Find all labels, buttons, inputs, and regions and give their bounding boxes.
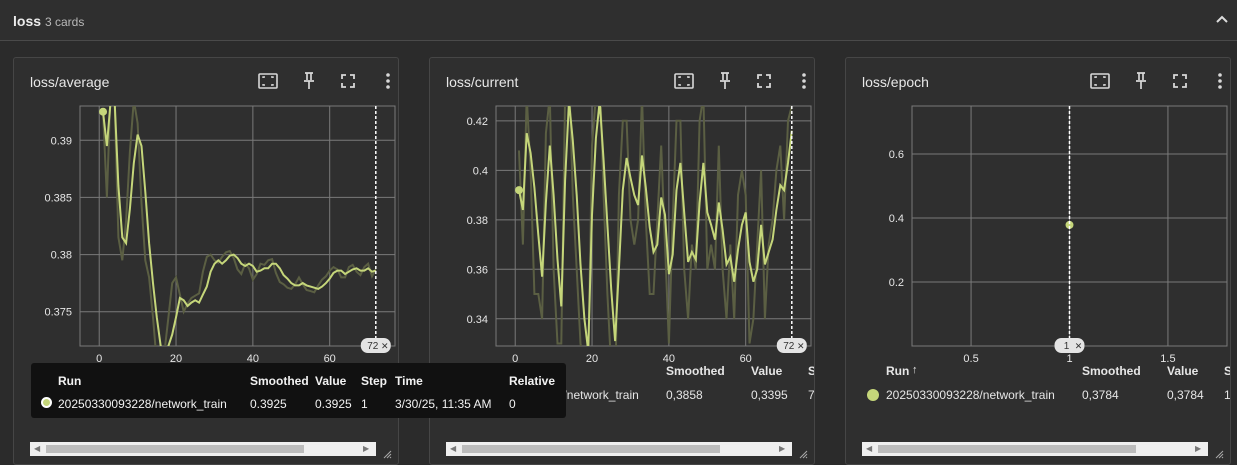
step-badge-label: 72: [783, 341, 795, 352]
fit-domain-icon[interactable]: [672, 69, 696, 93]
card-title: loss/epoch: [862, 74, 929, 90]
hover-point: [99, 107, 108, 116]
run-color-dot: [41, 397, 52, 408]
tooltip-run: 20250330093228/network_train: [58, 397, 227, 411]
scroll-left-icon[interactable]: ◀: [866, 444, 872, 453]
x-tick-label: 0.5: [963, 353, 978, 365]
tooltip-smoothed: 0.3925: [250, 397, 287, 411]
table-header-smoothed[interactable]: Smoothed: [666, 364, 725, 378]
y-tick-label: 0.375: [44, 307, 72, 319]
y-tick-label: 0.385: [44, 192, 72, 204]
horizontal-scrollbar[interactable]: ◀ ▶: [30, 442, 376, 456]
scroll-left-icon[interactable]: ◀: [34, 444, 40, 453]
tooltip-header-smoothed: Smoothed: [250, 374, 309, 388]
scroll-right-icon[interactable]: ▶: [363, 444, 369, 453]
close-icon: ✕: [797, 341, 805, 351]
tooltip-time: 3/30/25, 11:35 AM: [395, 397, 492, 411]
y-tick-label: 0.4: [889, 213, 904, 225]
section-header: loss 3 cards: [0, 0, 1237, 41]
fullscreen-icon[interactable]: [1168, 69, 1192, 93]
table-header-value[interactable]: Value: [1167, 364, 1198, 378]
horizontal-scrollbar[interactable]: ◀ ▶: [862, 442, 1208, 456]
fullscreen-icon[interactable]: [752, 69, 776, 93]
resize-handle-icon[interactable]: [1214, 446, 1224, 459]
pin-icon[interactable]: [713, 69, 737, 93]
table-header-value[interactable]: Value: [751, 364, 782, 378]
y-tick-label: 0.6: [889, 149, 904, 161]
tooltip-header-relative: Relative: [509, 374, 556, 388]
line-chart[interactable]: 0.5 1 1.50.20.40.61 ✕: [846, 98, 1231, 370]
y-tick-label: 0.2: [889, 277, 904, 289]
card-title: loss/current: [446, 74, 519, 90]
x-tick-label: 1: [1066, 353, 1072, 365]
x-tick-label: 60: [740, 353, 752, 365]
run-name: 20250330093228/network_train: [886, 388, 1055, 402]
close-icon: ✕: [381, 341, 389, 351]
step-badge-label: 72: [367, 341, 379, 352]
fit-domain-icon[interactable]: [256, 69, 280, 93]
card-title: loss/average: [30, 74, 110, 90]
scalar-card: loss/epoch 0.5 1 1.5 0.2 0.4 0.6 1 ✕ Run ↑ Smoo…: [845, 57, 1231, 465]
line-chart[interactable]: 0 20 40 600.3750.380.3850.3972 ✕: [14, 98, 399, 370]
pin-icon[interactable]: [1129, 69, 1153, 93]
y-tick-label: 0.39: [51, 135, 72, 147]
step-value: 1: [1224, 388, 1231, 402]
step-badge-label: 1: [1064, 341, 1070, 352]
table-header-step[interactable]: S: [1224, 364, 1230, 378]
y-tick-label: 0.34: [467, 314, 488, 326]
series-line-smoothed: [518, 106, 793, 346]
y-tick-label: 0.38: [51, 250, 72, 262]
series-line-raw: [518, 106, 793, 346]
series-line-raw: [102, 106, 377, 346]
scroll-left-icon[interactable]: ◀: [450, 444, 456, 453]
tooltip-step: 1: [361, 397, 368, 411]
tooltip-header-value: Value: [315, 374, 347, 388]
close-icon: ✕: [1075, 341, 1083, 351]
raw-value: 0,3395: [751, 388, 788, 402]
tooltip-header-time: Time: [395, 374, 423, 388]
tooltip-header-run: Run: [58, 374, 82, 388]
more-vert-icon[interactable]: [1208, 69, 1230, 93]
run-color-dot: [867, 389, 879, 401]
fullscreen-icon[interactable]: [336, 69, 360, 93]
scroll-thumb[interactable]: [462, 445, 720, 453]
hover-point: [515, 186, 524, 195]
horizontal-scrollbar[interactable]: ◀ ▶: [446, 442, 792, 456]
y-tick-label: 0.4: [473, 165, 488, 177]
card-count: 3 cards: [45, 15, 85, 29]
more-vert-icon[interactable]: [376, 69, 398, 93]
y-tick-label: 0.42: [467, 116, 488, 128]
scroll-thumb[interactable]: [878, 445, 1136, 453]
step-value: 7: [808, 388, 815, 402]
y-tick-label: 0.38: [467, 215, 488, 227]
fit-domain-icon[interactable]: [1088, 69, 1112, 93]
more-vert-icon[interactable]: [792, 69, 814, 93]
tooltip-header-step: Step: [361, 374, 388, 388]
y-tick-label: 0.36: [467, 264, 488, 276]
section-title: loss: [13, 13, 42, 29]
smoothed-value: 0,3858: [666, 388, 703, 402]
sort-arrow-icon[interactable]: ↑: [912, 364, 918, 376]
table-header-smoothed[interactable]: Smoothed: [1082, 364, 1141, 378]
chevron-up-icon[interactable]: [1213, 11, 1231, 29]
table-header-run[interactable]: Run: [886, 364, 909, 378]
line-chart[interactable]: 0 20 40 600.340.360.380.40.4272 ✕: [430, 98, 815, 370]
tooltip-value: 0.3925: [315, 397, 352, 411]
scroll-right-icon[interactable]: ▶: [779, 444, 785, 453]
scroll-thumb[interactable]: [46, 445, 304, 453]
scroll-right-icon[interactable]: ▶: [1195, 444, 1201, 453]
raw-value: 0,3784: [1167, 388, 1204, 402]
table-header-step[interactable]: S: [808, 364, 814, 378]
resize-handle-icon[interactable]: [382, 446, 392, 459]
resize-handle-icon[interactable]: [798, 446, 808, 459]
data-tooltip: Run Smoothed Value Step Time Relative 20…: [31, 363, 566, 418]
x-tick-label: 20: [586, 353, 598, 365]
smoothed-value: 0,3784: [1082, 388, 1119, 402]
pin-icon[interactable]: [297, 69, 321, 93]
tooltip-relative: 0: [509, 397, 516, 411]
